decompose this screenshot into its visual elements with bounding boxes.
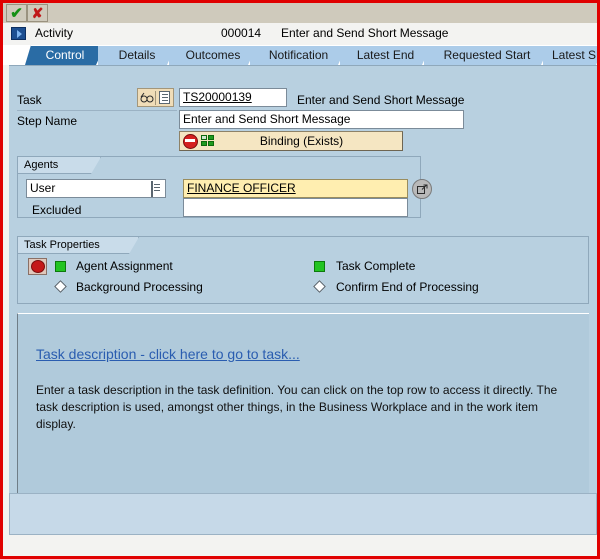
tab-latest-start[interactable]: Latest S (543, 45, 597, 65)
tab-requested-start[interactable]: Requested Start (424, 45, 550, 65)
agent-assignment-status-marker (55, 261, 66, 272)
tab-control[interactable]: Control (25, 45, 105, 65)
task-complete-status-marker (314, 261, 325, 272)
activity-type-label: Activity (35, 26, 74, 40)
close-icon: ✘ (31, 5, 44, 21)
activity-title: Enter and Send Short Message (281, 26, 449, 40)
check-icon: ✔ (10, 4, 23, 22)
task-description-panel: Task description - click here to go to t… (17, 313, 589, 503)
task-row-separator (17, 110, 177, 111)
dropdown-list-icon (151, 181, 153, 197)
background-processing-status-marker (54, 280, 67, 293)
agent-assignment-label: Agent Assignment (76, 259, 173, 273)
tabstrip: Control Details Outcomes Notification La… (3, 45, 597, 65)
agent-user-input[interactable]: FINANCE OFFICER (183, 179, 408, 198)
binding-status-icon (183, 133, 198, 149)
task-description-body: Enter a task description in the task def… (36, 383, 558, 431)
tab-details[interactable]: Details (98, 45, 176, 65)
confirm-end-label: Confirm End of Processing (336, 280, 479, 294)
task-complete-label: Task Complete (336, 259, 416, 273)
tab-notification[interactable]: Notification (250, 45, 347, 65)
cancel-button[interactable]: ✘ (27, 4, 48, 22)
agent-type-list-icon[interactable] (151, 181, 153, 197)
activity-number: 000014 (221, 26, 262, 40)
toolbar: ✔ ✘ (3, 3, 597, 23)
task-document-icon[interactable] (156, 90, 173, 105)
task-properties-group: Task Properties Agent Assignment Backgro… (17, 236, 589, 304)
agent-type-input[interactable]: User (26, 179, 166, 198)
background-processing-label: Background Processing (76, 280, 203, 294)
tab-latest-end[interactable]: Latest End (340, 45, 431, 65)
excluded-label: Excluded (32, 203, 82, 217)
tab-outcomes[interactable]: Outcomes (169, 45, 257, 65)
agents-group: Agents User FINANCE OFFICER Excluded (17, 156, 432, 218)
document-lines-icon (159, 91, 170, 104)
task-properties-section-title: Task Properties (18, 237, 139, 254)
agent-value-help-button[interactable] (412, 179, 432, 199)
activity-step-icon (11, 27, 26, 40)
panel-footer-strip (9, 493, 597, 535)
task-id-input[interactable]: TS20000139 (179, 88, 287, 107)
task-icon-buttons (137, 88, 174, 107)
task-label: Task (17, 93, 42, 107)
step-name-input[interactable]: Enter and Send Short Message (179, 110, 464, 129)
excluded-input[interactable] (183, 198, 408, 217)
confirm-end-status-marker (313, 280, 326, 293)
task-description-link[interactable]: Task description - click here to go to t… (36, 346, 300, 362)
binding-button[interactable]: Binding (Exists) (179, 131, 403, 151)
bomb-icon (28, 258, 47, 275)
step-name-label: Step Name (17, 114, 78, 128)
task-description-text: Enter and Send Short Message (297, 93, 465, 107)
agents-section-title: Agents (18, 157, 101, 174)
binding-label: Binding (Exists) (259, 134, 344, 148)
confirm-button[interactable]: ✔ (6, 4, 27, 22)
sap-workflow-step-window: ✔ ✘ Activity 000014 Enter and Send Short… (0, 0, 600, 559)
find-task-icon[interactable] (138, 90, 155, 105)
activity-header: Activity 000014 Enter and Send Short Mes… (3, 23, 597, 45)
bomb-ball-shape (30, 260, 45, 273)
binding-table-icon (201, 134, 215, 148)
